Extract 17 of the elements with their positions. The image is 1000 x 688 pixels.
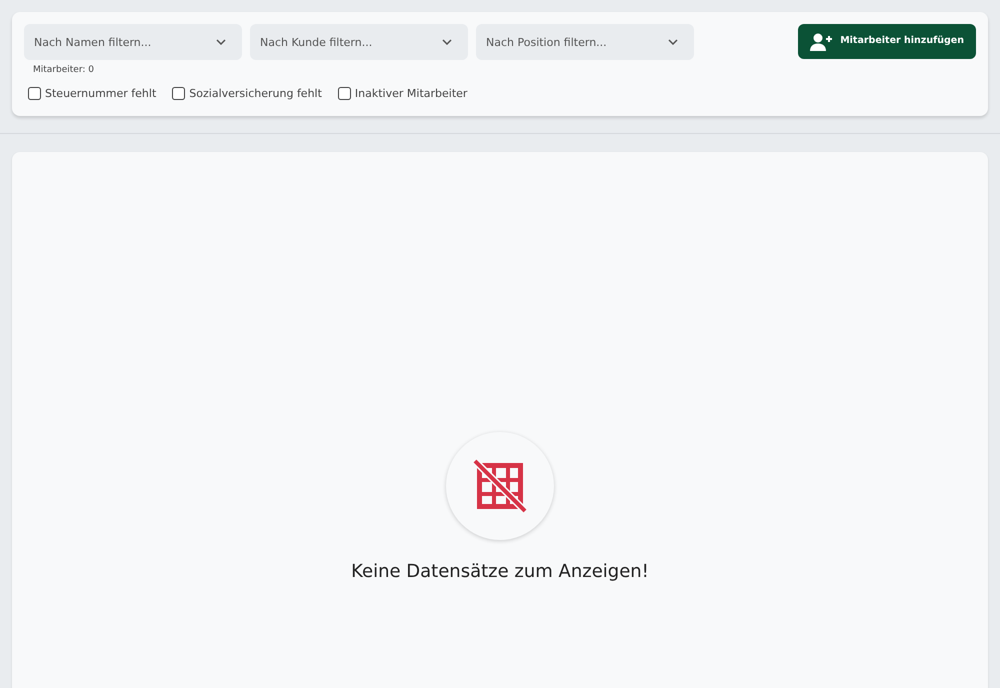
checkbox-label: Steuernummer fehlt [45,86,156,102]
empty-message: Keine Datensätze zum Anzeigen! [351,560,649,584]
chevron-down-icon [216,39,226,45]
checkbox-label: Inaktiver Mitarbeiter [354,86,468,102]
checkbox[interactable] [172,87,186,100]
checkbox[interactable] [338,87,351,100]
chevron-down-icon [442,39,452,45]
checkbox-label: Sozialversicherung fehlt [189,86,322,102]
employee-count: Mitarbeiter: 0 [33,64,95,77]
checkbox[interactable] [28,87,41,100]
filter-dropdown[interactable]: Nach Kunde filtern... [250,24,468,60]
no-table-icon [473,459,527,513]
add-employee-button[interactable]: Mitarbeiter hinzufügen [798,24,976,59]
filter-dropdown[interactable]: Nach Position filtern... [476,24,694,60]
add-user-icon [810,32,834,50]
filter-dropdown[interactable]: Nach Namen filtern... [24,24,242,60]
chevron-down-icon [668,39,678,45]
